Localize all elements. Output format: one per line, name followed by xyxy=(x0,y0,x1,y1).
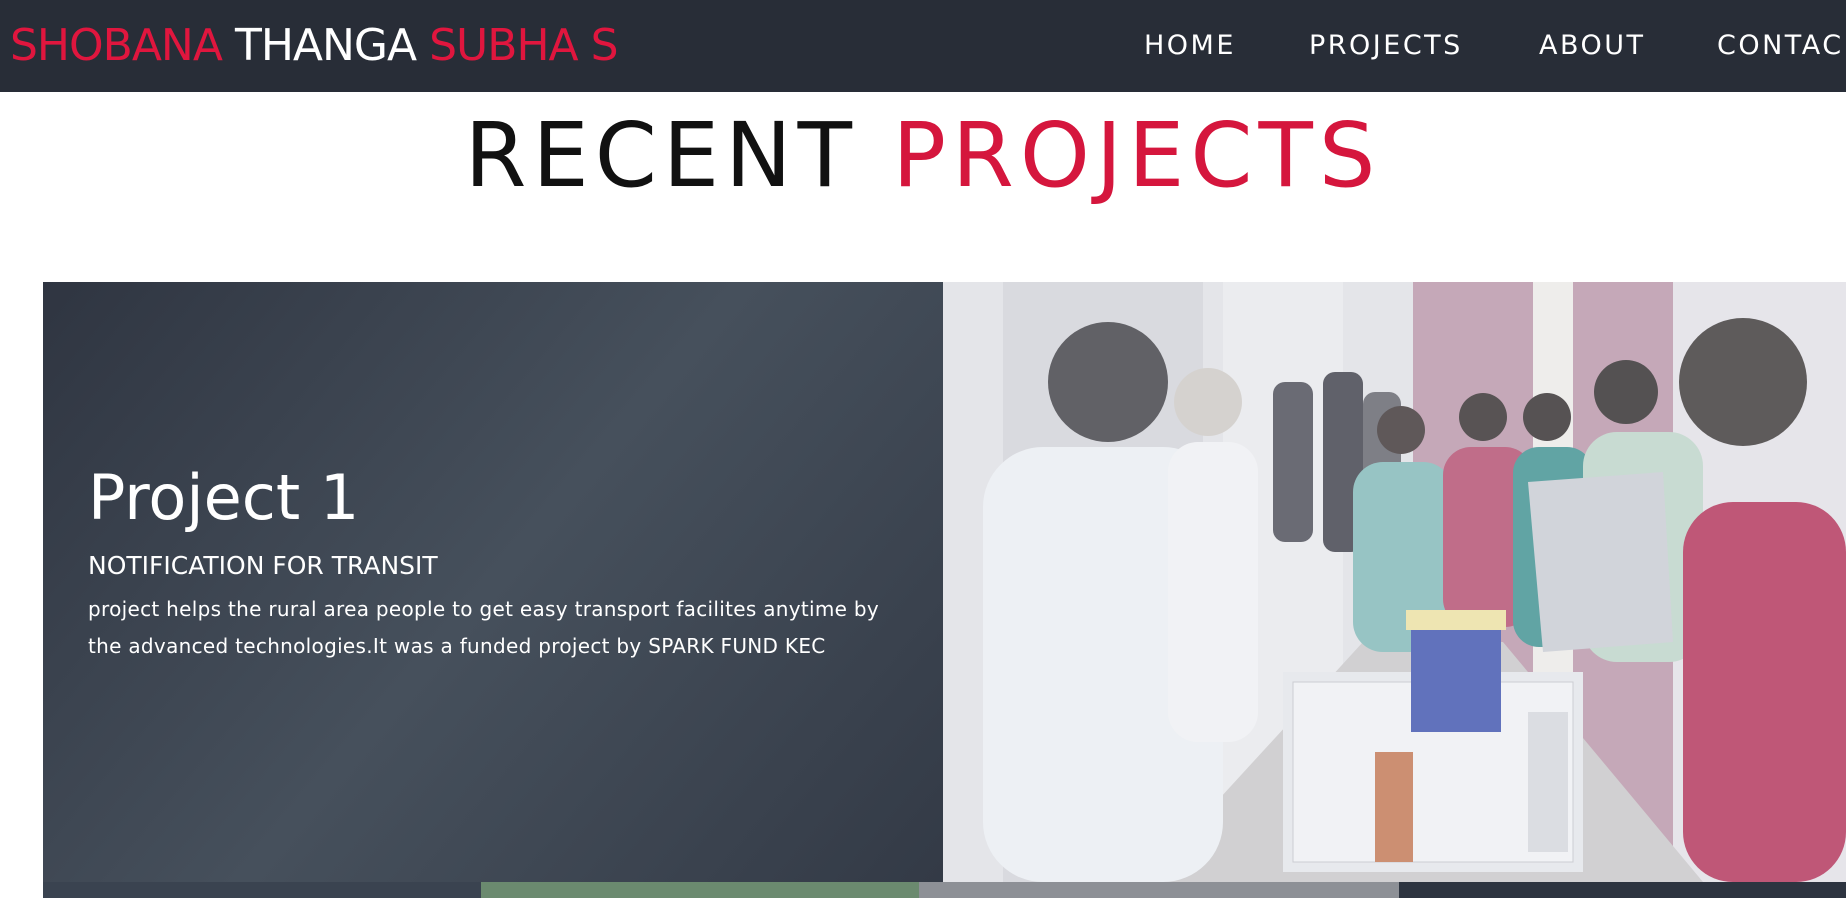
next-card-preview[interactable] xyxy=(1399,882,1846,898)
project-description: project helps the rural area people to g… xyxy=(88,597,880,658)
project-card: Project 1 NOTIFICATION FOR TRANSIT proje… xyxy=(43,282,1846,882)
section-title-recent: RECENT xyxy=(464,103,859,207)
project-name: Project 1 xyxy=(88,461,360,534)
brand-middle-name: THANGA xyxy=(234,20,417,71)
brand-first-name: SHOBANA xyxy=(10,20,223,71)
section-title: RECENT PROJECTS xyxy=(0,100,1846,210)
next-card-preview[interactable] xyxy=(43,882,481,898)
nav-about-link[interactable]: ABOUT xyxy=(1539,30,1646,62)
project-subtitle: NOTIFICATION FOR TRANSIT xyxy=(88,551,438,580)
next-card-preview[interactable] xyxy=(481,882,919,898)
nav-home-link[interactable]: HOME xyxy=(1144,30,1236,62)
top-navbar: SHOBANA THANGA SUBHA S HOME PROJECTS ABO… xyxy=(0,0,1846,92)
next-card-preview[interactable] xyxy=(919,882,1399,898)
nav-contact-link[interactable]: CONTAC xyxy=(1717,30,1844,62)
brand-logo[interactable]: SHOBANA THANGA SUBHA S xyxy=(10,18,619,74)
next-projects-strip xyxy=(43,882,1846,898)
brand-last-name: SUBHA S xyxy=(429,20,618,71)
project-photo xyxy=(943,282,1846,882)
project-text-panel: Project 1 NOTIFICATION FOR TRANSIT proje… xyxy=(43,282,943,882)
section-title-projects: PROJECTS xyxy=(892,103,1382,207)
project-photo-illustration xyxy=(943,282,1846,882)
nav-projects-link[interactable]: PROJECTS xyxy=(1309,30,1463,62)
